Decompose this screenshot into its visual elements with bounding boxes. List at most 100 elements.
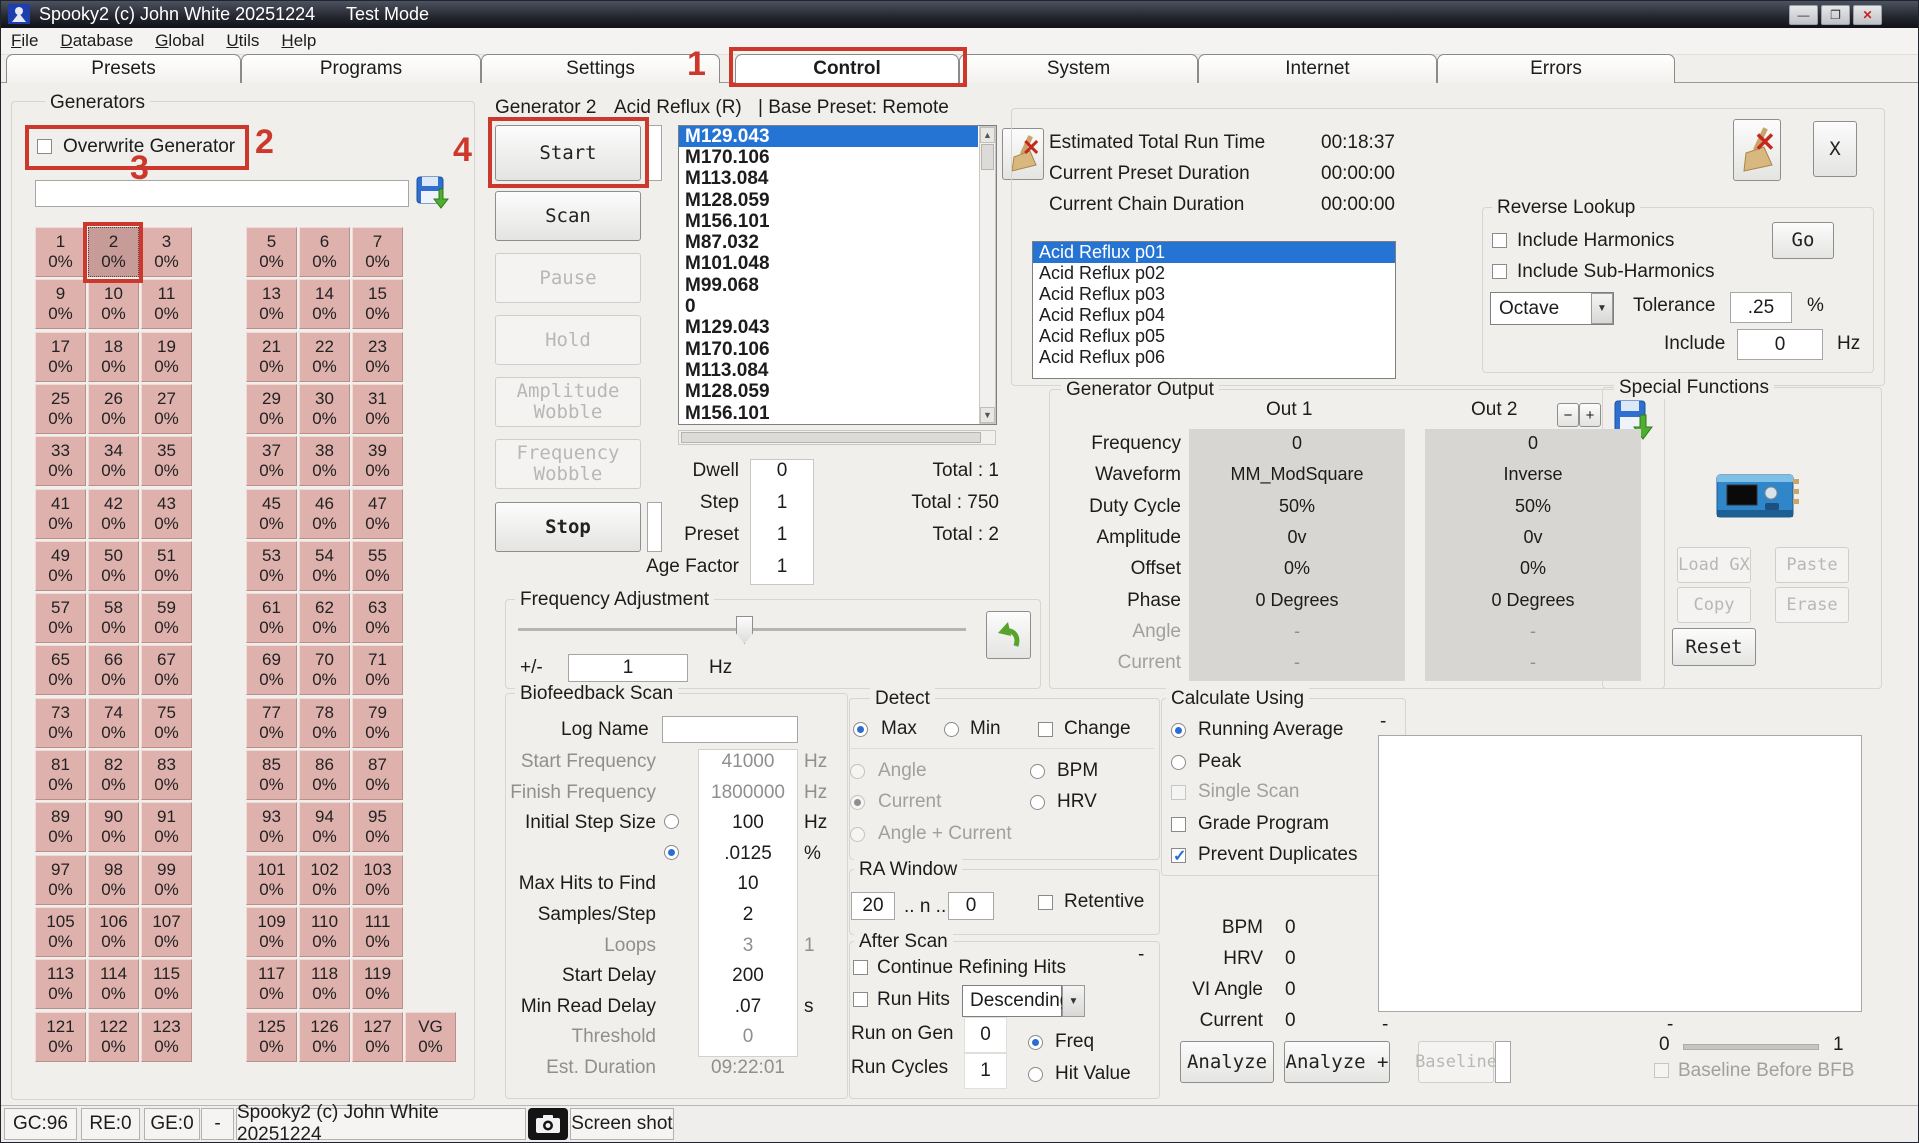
include-sub-harmonics-checkbox[interactable]	[1492, 264, 1507, 279]
include-value-input[interactable]: 0	[1737, 329, 1823, 360]
generator-cell-65[interactable]: 650%	[35, 645, 86, 695]
screenshot-camera-button[interactable]	[528, 1108, 568, 1140]
preset-chain-item[interactable]: Acid Reflux p05	[1033, 326, 1395, 347]
reset-adjustment-button[interactable]	[986, 611, 1031, 659]
generator-cell-93[interactable]: 930%	[246, 802, 297, 852]
detect-bpm-radio[interactable]	[1030, 764, 1045, 779]
paste-button[interactable]: Paste	[1775, 547, 1849, 583]
generator-cell-113[interactable]: 1130%	[35, 959, 86, 1009]
scan-button[interactable]: Scan	[495, 191, 641, 241]
frequency-item[interactable]: M129.043	[679, 126, 978, 147]
order-dropdown-arrow-icon[interactable]: ▼	[1062, 985, 1085, 1017]
generator-cell-55[interactable]: 550%	[352, 541, 403, 591]
generator-cell-118[interactable]: 1180%	[299, 959, 350, 1009]
generator-cell-126[interactable]: 1260%	[299, 1012, 350, 1062]
generator-cell-34[interactable]: 340%	[88, 436, 139, 486]
tab-system[interactable]: System	[959, 54, 1198, 83]
generator-cell-22[interactable]: 220%	[299, 332, 350, 382]
counter-value[interactable]: 1	[750, 492, 814, 514]
out2-increase-button[interactable]: +	[1579, 403, 1601, 427]
preset-chain-list[interactable]: Acid Reflux p01Acid Reflux p02Acid Reflu…	[1032, 241, 1396, 379]
generator-cell-77[interactable]: 770%	[246, 698, 297, 748]
ra-high-input[interactable]: 0	[948, 892, 994, 920]
peak-radio[interactable]	[1171, 755, 1186, 770]
hscrollbar-thumb[interactable]	[681, 432, 981, 443]
generator-cell-17[interactable]: 170%	[35, 332, 86, 382]
maximize-button[interactable]: ❐	[1821, 5, 1850, 25]
frequency-list-scrollbar[interactable]: ▲ ▼	[979, 126, 996, 424]
generator-cell-61[interactable]: 610%	[246, 593, 297, 643]
frequency-item[interactable]: M128.059	[679, 190, 978, 211]
generator-cell-90[interactable]: 900%	[88, 802, 139, 852]
generator-cell-42[interactable]: 420%	[88, 489, 139, 539]
generator-cell-125[interactable]: 1250%	[246, 1012, 297, 1062]
generator-cell-115[interactable]: 1150%	[141, 959, 192, 1009]
scroll-down-icon[interactable]: ▼	[980, 407, 995, 423]
tab-settings[interactable]: Settings	[481, 54, 720, 83]
continue-refining-checkbox[interactable]	[853, 960, 868, 975]
detect-angle-current-radio[interactable]	[850, 827, 865, 842]
generator-cell-43[interactable]: 430%	[141, 489, 192, 539]
generator-cell-54[interactable]: 540%	[299, 541, 350, 591]
generator-cell-19[interactable]: 190%	[141, 332, 192, 382]
counter-value[interactable]: 1	[750, 524, 814, 546]
ra-low-input[interactable]: 20	[851, 892, 895, 920]
generator-cell-94[interactable]: 940%	[299, 802, 350, 852]
frequency-item[interactable]: 0	[679, 296, 978, 317]
include-harmonics-checkbox[interactable]	[1492, 233, 1507, 248]
minimize-button[interactable]: —	[1789, 5, 1818, 25]
baseline-before-bfb-checkbox[interactable]	[1654, 1063, 1669, 1078]
generator-cell-27[interactable]: 270%	[141, 384, 192, 434]
menu-utils[interactable]: Utils	[226, 31, 259, 51]
detect-angle-radio[interactable]	[850, 764, 865, 779]
generator-cell-30[interactable]: 300%	[299, 384, 350, 434]
generator-cell-74[interactable]: 740%	[88, 698, 139, 748]
generator-cell-79[interactable]: 790%	[352, 698, 403, 748]
generator-cell-51[interactable]: 510%	[141, 541, 192, 591]
out2-decrease-button[interactable]: −	[1557, 403, 1579, 427]
generator-cell-31[interactable]: 310%	[352, 384, 403, 434]
step-size-radio[interactable]	[664, 845, 679, 860]
retentive-checkbox[interactable]	[1038, 895, 1053, 910]
generator-cell-50[interactable]: 500%	[88, 541, 139, 591]
generator-cell-33[interactable]: 330%	[35, 436, 86, 486]
baseline-button[interactable]: Baseline	[1418, 1041, 1494, 1083]
adjustment-value-input[interactable]: 1	[568, 654, 688, 682]
generator-cell-29[interactable]: 290%	[246, 384, 297, 434]
generator-cell-41[interactable]: 410%	[35, 489, 86, 539]
generator-cell-39[interactable]: 390%	[352, 436, 403, 486]
generator-cell-10[interactable]: 100%	[88, 279, 139, 329]
generator-cell-26[interactable]: 260%	[88, 384, 139, 434]
generator-cell-103[interactable]: 1030%	[352, 855, 403, 905]
menu-database[interactable]: Database	[60, 31, 133, 51]
bfb-row-value[interactable]: .0125	[698, 843, 798, 865]
go-button[interactable]: Go	[1772, 222, 1834, 259]
frequency-item[interactable]: M101.048	[679, 254, 978, 275]
menu-file[interactable]: File	[11, 31, 38, 51]
detect-current-radio[interactable]	[850, 795, 865, 810]
generator-cell-62[interactable]: 620%	[299, 593, 350, 643]
generator-cell-114[interactable]: 1140%	[88, 959, 139, 1009]
frequency-item[interactable]: M87.032	[679, 232, 978, 253]
bfb-row-value[interactable]: 41000	[698, 751, 798, 773]
generator-cell-98[interactable]: 980%	[88, 855, 139, 905]
generator-cell-18[interactable]: 180%	[88, 332, 139, 382]
generator-cell-1[interactable]: 10%	[35, 227, 86, 277]
frequency-list[interactable]: M129.043M170.106M113.084M128.059M156.101…	[678, 125, 997, 425]
order-dropdown[interactable]: Descending	[962, 985, 1062, 1017]
step-size-radio[interactable]	[664, 814, 679, 829]
generator-cell-122[interactable]: 1220%	[88, 1012, 139, 1062]
generator-cell-13[interactable]: 130%	[246, 279, 297, 329]
generator-cell-3[interactable]: 30%	[141, 227, 192, 277]
erase-button[interactable]: Erase	[1775, 587, 1849, 623]
generator-cell-123[interactable]: 1230%	[141, 1012, 192, 1062]
generator-cell-73[interactable]: 730%	[35, 698, 86, 748]
single-scan-checkbox[interactable]	[1171, 785, 1186, 800]
frequency-item[interactable]: M113.084	[679, 360, 978, 381]
scrollbar-thumb[interactable]	[981, 144, 994, 170]
bfb-row-value[interactable]: 09:22:01	[698, 1057, 798, 1079]
bfb-row-value[interactable]: 3	[698, 935, 798, 957]
frequency-item[interactable]: M170.106	[679, 147, 978, 168]
generator-cell-111[interactable]: 1110%	[352, 907, 403, 957]
generator-cell-121[interactable]: 1210%	[35, 1012, 86, 1062]
